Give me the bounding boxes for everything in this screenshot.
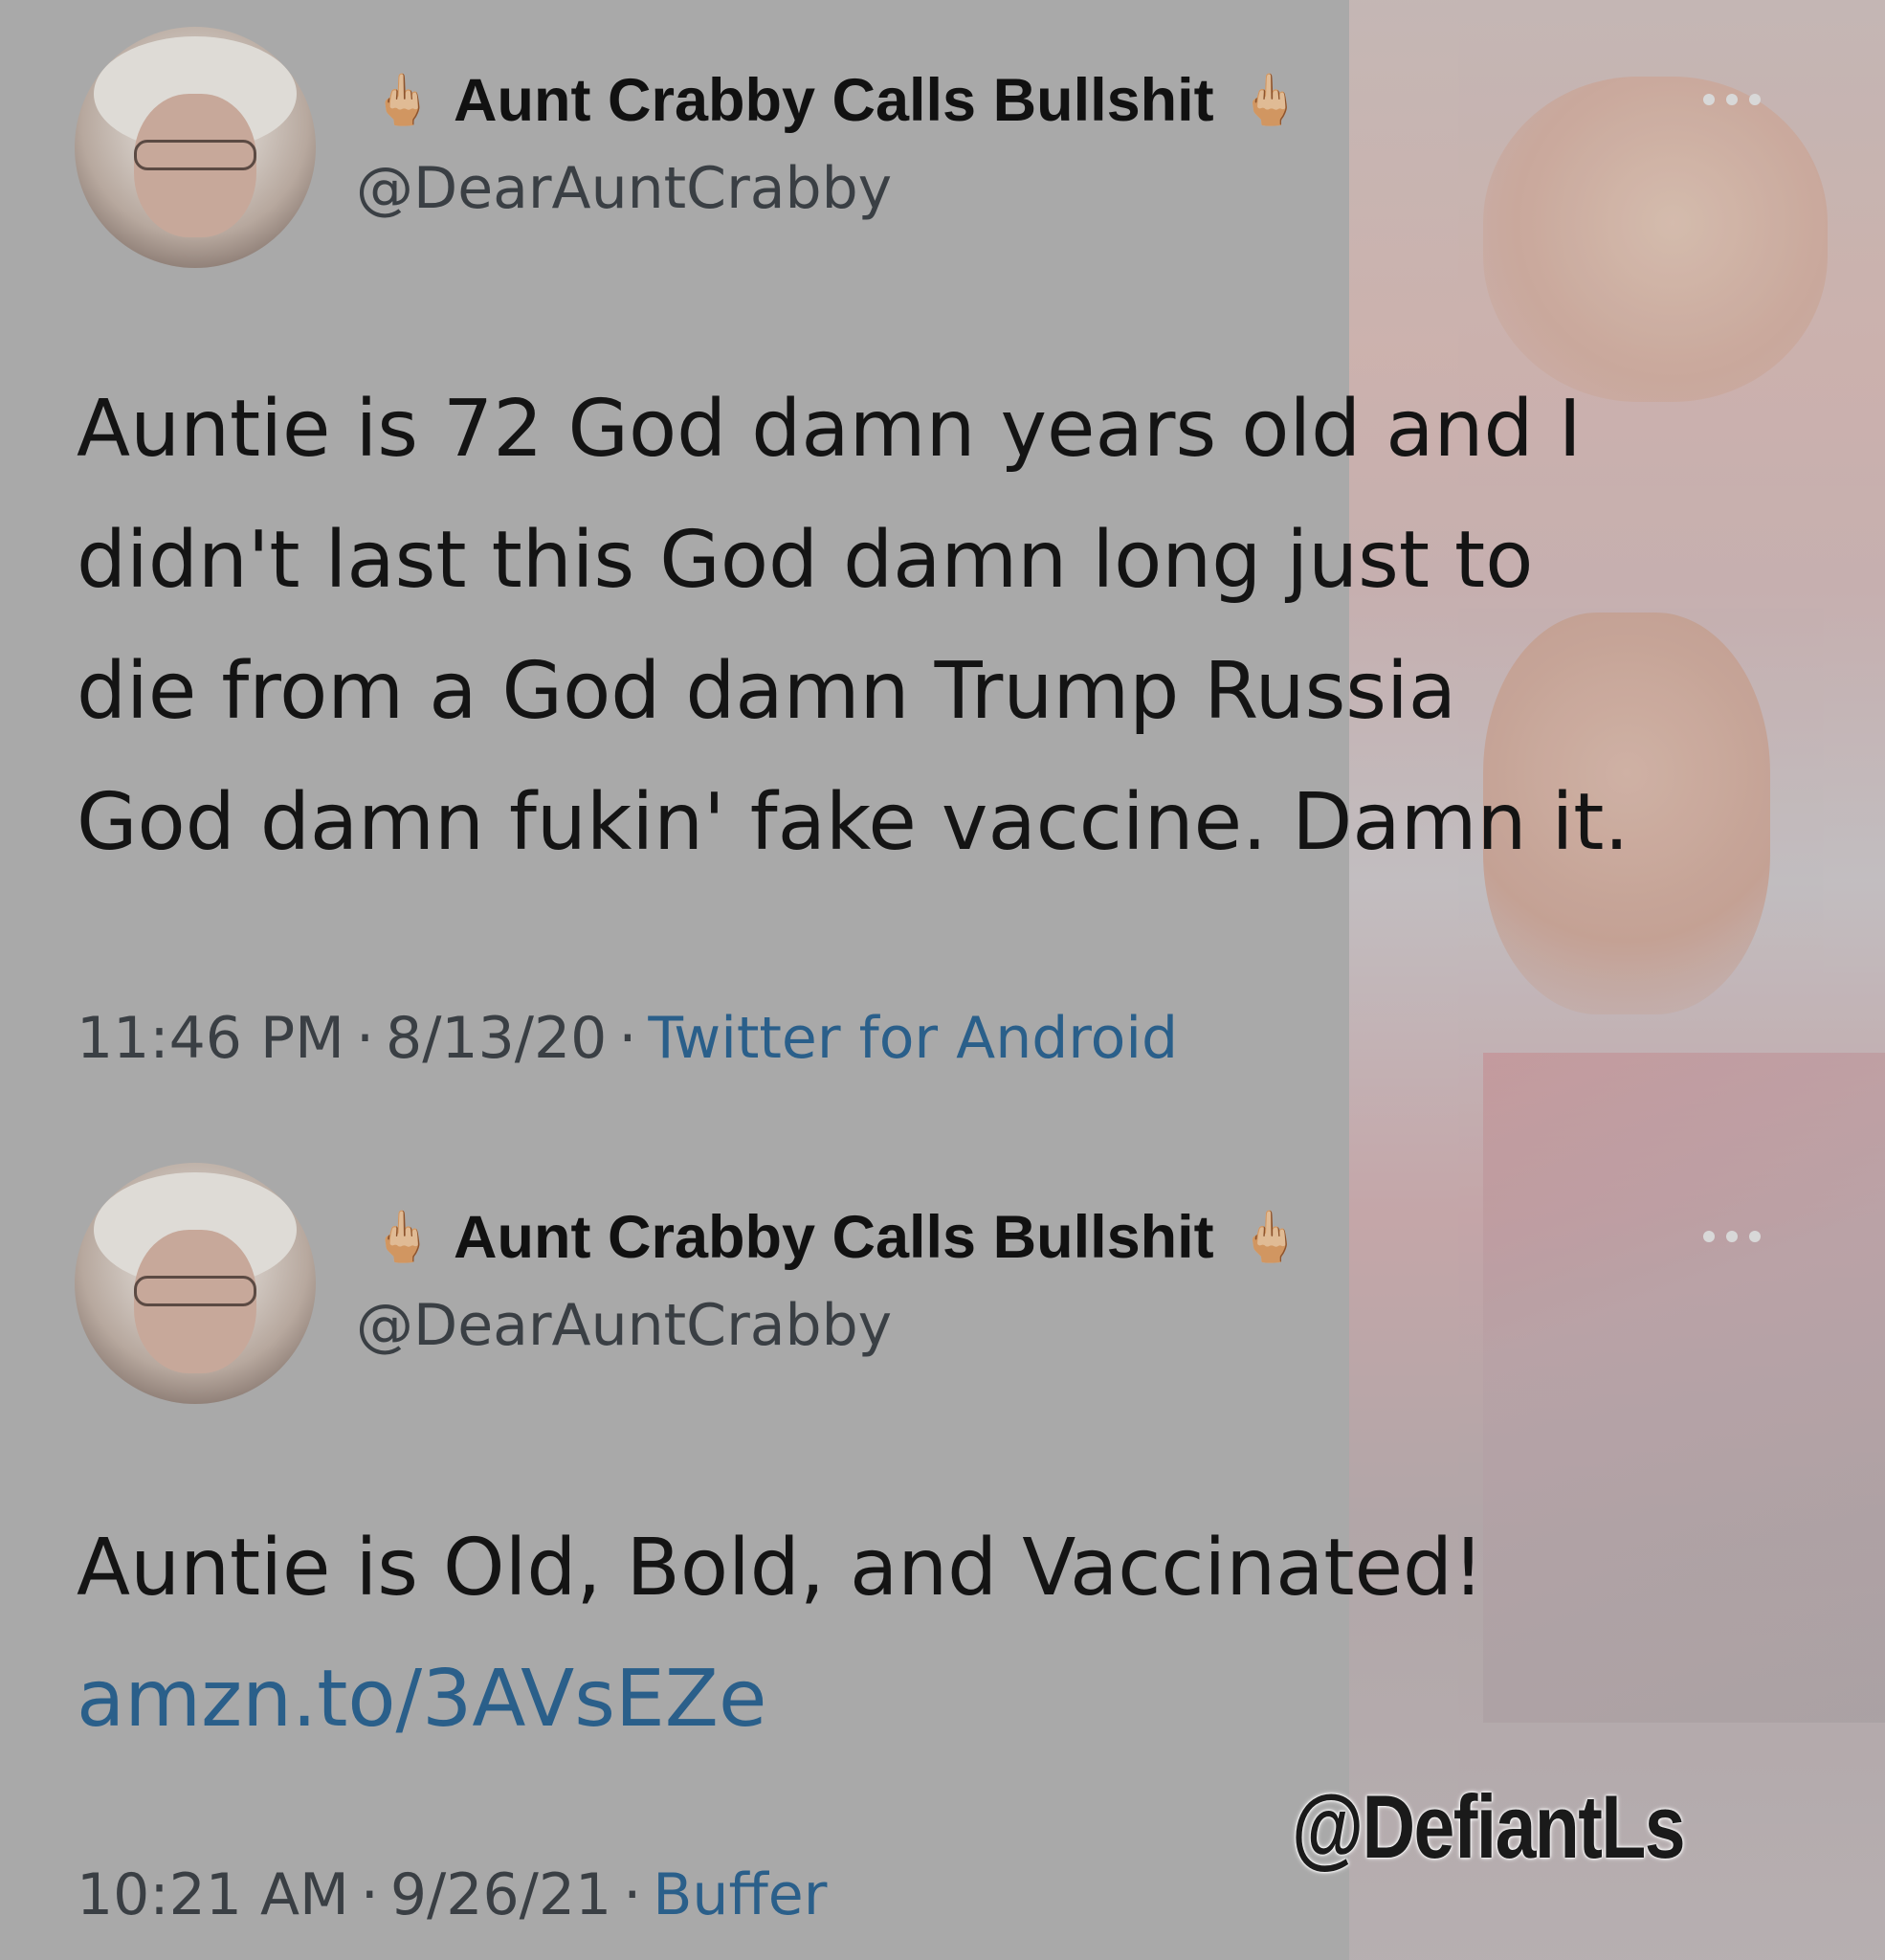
avatar-glasses — [134, 140, 256, 170]
tweet-text-line: didn't last this God damn long just to — [77, 515, 1534, 606]
tweet-text-line: Auntie is Old, Bold, and Vaccinated! — [77, 1523, 1484, 1614]
tweet-text: Auntie is 72 God damn years old and I di… — [77, 364, 1828, 888]
user-handle[interactable]: @DearAuntCrabby — [356, 155, 892, 222]
tweet-text-line: God damn fukin' fake vaccine. Damn it. — [77, 777, 1630, 868]
middle-finger-emoji-icon: 🖕🏼 — [371, 1210, 433, 1265]
watermark: @DefiantLs — [1292, 1776, 1686, 1877]
tweet-text: Auntie is Old, Bold, and Vaccinated! — [77, 1503, 1828, 1634]
middle-finger-emoji-icon: 🖕🏼 — [371, 73, 433, 128]
tweet-date[interactable]: 8/13/20 — [386, 1005, 607, 1072]
meta-separator: · — [355, 1005, 375, 1072]
meta-separator: · — [623, 1861, 642, 1928]
tweet-meta: 10:21 AM · 9/26/21 · Buffer — [77, 1861, 827, 1928]
background-face — [1483, 77, 1828, 402]
tweet-source-link[interactable]: Twitter for Android — [648, 1005, 1178, 1072]
tweet-time[interactable]: 11:46 PM — [77, 1005, 344, 1072]
meta-separator: · — [360, 1861, 379, 1928]
tweet-text-line: Auntie is 72 God damn years old and I — [77, 384, 1582, 475]
avatar-glasses — [134, 1276, 256, 1306]
author-name-row[interactable]: 🖕🏼 Aunt Crabby Calls Bullshit 🖕🏼 — [371, 57, 1301, 144]
display-name[interactable]: Aunt Crabby Calls Bullshit — [454, 1203, 1214, 1272]
author-name-row[interactable]: 🖕🏼 Aunt Crabby Calls Bullshit 🖕🏼 — [371, 1194, 1301, 1281]
display-name[interactable]: Aunt Crabby Calls Bullshit — [454, 66, 1214, 135]
avatar[interactable] — [75, 27, 316, 268]
meta-separator: · — [618, 1005, 637, 1072]
tweet-link[interactable]: amzn.to/3AVsEZe — [77, 1634, 766, 1765]
ellipsis-icon[interactable] — [1703, 1227, 1761, 1246]
middle-finger-emoji-icon: 🖕🏼 — [1238, 73, 1301, 128]
background-photo — [1349, 0, 1885, 1960]
tweet-date[interactable]: 9/26/21 — [390, 1861, 611, 1928]
tweet-meta: 11:46 PM · 8/13/20 · Twitter for Android — [77, 1005, 1178, 1072]
tweet-text-line: die from a God damn Trump Russia — [77, 646, 1457, 737]
avatar[interactable] — [75, 1163, 316, 1404]
tweet-time[interactable]: 10:21 AM — [77, 1861, 349, 1928]
tweet-source-link[interactable]: Buffer — [653, 1861, 827, 1928]
middle-finger-emoji-icon: 🖕🏼 — [1238, 1210, 1301, 1265]
ellipsis-icon[interactable] — [1703, 90, 1761, 109]
user-handle[interactable]: @DearAuntCrabby — [356, 1292, 892, 1359]
